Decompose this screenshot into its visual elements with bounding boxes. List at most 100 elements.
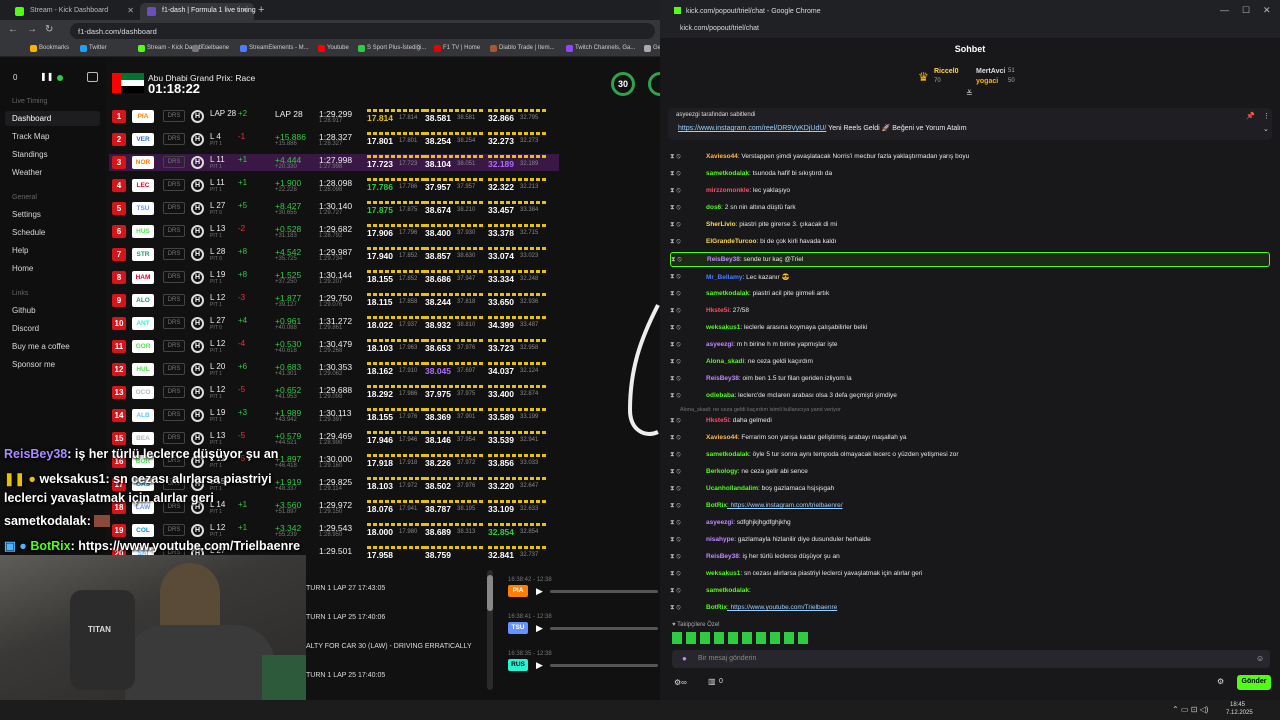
forward-icon[interactable]: → xyxy=(27,24,37,35)
chat-username[interactable]: ReisBey38 xyxy=(707,256,740,263)
tab-f1-dash[interactable]: f1-dash | Formula 1 live timing ✕ xyxy=(140,3,256,20)
reload-icon[interactable]: ↻ xyxy=(45,24,53,35)
sidebar-item-discord[interactable]: Discord xyxy=(12,324,39,333)
chat-username[interactable]: Xavieso44 xyxy=(706,434,738,441)
chat-message[interactable]: ⧗ ⦸ sametkodalak: öyle 5 tur sonra aynı t… xyxy=(670,448,1270,463)
popout-url[interactable]: kick.com/popout/triel/chat xyxy=(660,22,1280,38)
mod-actions-icon[interactable]: ⧗ ⦸ xyxy=(670,375,694,383)
sidebar-item-dashboard[interactable]: Dashboard xyxy=(5,111,100,126)
mod-actions-icon[interactable]: ⧗ ⦸ xyxy=(670,519,694,527)
chat-username[interactable]: weksakus1 xyxy=(706,324,740,331)
gear-icon[interactable]: ⚙ xyxy=(1217,677,1224,686)
sidebar-item-coffee[interactable]: Buy me a coffee xyxy=(12,342,70,351)
chat-message[interactable]: ⧗ ⦸ Hkste5i: daha gelmedi xyxy=(670,414,1270,429)
chat-username[interactable]: SherLivio xyxy=(706,221,736,228)
gifter-name[interactable]: yogaci xyxy=(976,78,998,85)
pause-icon[interactable]: ❚❚ xyxy=(40,72,53,81)
chat-message[interactable]: ⧗ ⦸ nisahype: gazlamayla hizlanilir diye … xyxy=(670,533,1270,548)
new-tab-icon[interactable]: + xyxy=(258,4,264,16)
mod-actions-icon[interactable]: ⧗ ⦸ xyxy=(670,358,694,366)
mod-actions-icon[interactable]: ⧗ ⦸ xyxy=(670,587,694,595)
mod-actions-icon[interactable]: ⧗ ⦸ xyxy=(670,502,694,510)
timing-row[interactable]: 19 COL DRS H L 12 PIT 1 +1 +3.342 +55.239 1:29.54… xyxy=(109,522,559,539)
chat-message[interactable]: ⧗ ⦸ Xavieso44: Verstappen şimdi yavaşlata… xyxy=(670,150,1270,165)
bookmark-item[interactable]: Trielbaene xyxy=(192,45,229,52)
mod-actions-icon[interactable]: ⧗ ⦸ xyxy=(670,221,694,229)
chat-message[interactable]: ⧗ ⦸ ReisBey38: oim ben 1.5 tur filan geri… xyxy=(670,372,1270,387)
chat-username[interactable]: dos6 xyxy=(706,204,721,211)
tray-icons[interactable]: ⌃ ▭ ⊡ ◁) xyxy=(1172,705,1208,714)
timing-row[interactable]: 12 HUL DRS H L 20 PIT 1 +6 +0.683 +41.301 1:30.35… xyxy=(109,361,559,378)
chat-username[interactable]: BotRix xyxy=(706,502,727,509)
gifter-name[interactable]: MertAvci xyxy=(976,68,1005,75)
timing-row[interactable]: 1 PIA DRS H LAP 28 +2 LAP 28 1:29.299 1:28.917 17… xyxy=(109,108,559,125)
radio-progress[interactable] xyxy=(550,627,658,630)
chat-message[interactable]: ⧗ ⦸ BotRix: https://www.youtube.com/Triel… xyxy=(670,601,1270,616)
url-field[interactable]: f1-dash.com/dashboard xyxy=(70,23,655,39)
sidebar-item-weather[interactable]: Weather xyxy=(12,168,42,177)
sidebar-item-home[interactable]: Home xyxy=(12,264,33,273)
radio-progress[interactable] xyxy=(550,664,658,667)
close-icon[interactable]: ✕ xyxy=(241,6,248,15)
sidebar-toggle-icon[interactable] xyxy=(87,72,98,82)
mod-actions-icon[interactable]: ⧗ ⦸ xyxy=(670,307,694,315)
chat-message[interactable]: ⧗ ⦸ Ucanhollandalim: boş gazlamaca hsjsjs… xyxy=(670,482,1270,497)
mod-actions-icon[interactable]: ⧗ ⦸ xyxy=(670,204,694,212)
chat-username[interactable]: ReisBey38 xyxy=(706,553,739,560)
timing-row[interactable]: 7 STR DRS H L 28 PIT 0 +8 +4.542 +35.725 1:29.987… xyxy=(109,246,559,263)
chat-message[interactable]: ⧗ ⦸ sametkodalak: xyxy=(670,584,1270,599)
mod-actions-icon[interactable]: ⧗ ⦸ xyxy=(670,570,694,578)
chat-message[interactable]: ⧗ ⦸ Hkste5i: 27/58 xyxy=(670,304,1270,319)
chevron-down-icon[interactable]: ⌄ xyxy=(1263,125,1269,133)
chat-message[interactable]: ⧗ ⦸ ReisBey38: sende tur kaç @Triel xyxy=(670,252,1270,267)
gifter-name[interactable]: Riccel0 xyxy=(934,68,959,75)
chat-message[interactable]: ⧗ ⦸ asyeezgi: m h birine h m birine yapmı… xyxy=(670,338,1270,353)
timing-row[interactable]: 14 ALB DRS H L 19 PIT 1 +3 +1.989 +43.942 1:30.11… xyxy=(109,407,559,424)
mod-actions-icon[interactable]: ⧗ ⦸ xyxy=(670,392,694,400)
chat-message[interactable]: ⧗ ⦸ Xavieso44: Ferrarim son yarışa kadar … xyxy=(670,431,1270,446)
timing-row[interactable]: 6 HUS DRS H L 13 PIT 1 -2 +0.528 +31.183 1:29.682… xyxy=(109,223,559,240)
send-button[interactable]: Gönder xyxy=(1237,675,1271,690)
bookmark-item[interactable]: Twitch Channels, Ga... xyxy=(566,45,635,52)
chat-username[interactable]: mirzzomonkle xyxy=(706,187,749,194)
mod-actions-icon[interactable]: ⧗ ⦸ xyxy=(670,468,694,476)
bookmark-item[interactable]: Youtube xyxy=(318,45,349,52)
mod-actions-icon[interactable]: ⧗ ⦸ xyxy=(670,187,694,195)
chat-message[interactable]: ⧗ ⦸ BotRix: https://www.instagram.com/tri… xyxy=(670,499,1270,514)
chat-message[interactable]: ⧗ ⦸ ElGrandeTurcoo: bi de çok kirli havad… xyxy=(670,235,1270,250)
chat-username[interactable]: sametkodalak xyxy=(706,451,749,458)
sidebar-item-help[interactable]: Help xyxy=(12,246,28,255)
mod-actions-icon[interactable]: ⧗ ⦸ xyxy=(670,553,694,561)
chat-message[interactable]: ⧗ ⦸ Berkology: ne ceza gelir abi sence xyxy=(670,465,1270,480)
play-icon[interactable]: ▶ xyxy=(536,623,543,634)
emote-bar[interactable] xyxy=(672,632,812,644)
bookmark-item[interactable]: Diablo Trade | Item... xyxy=(490,45,555,52)
play-icon[interactable]: ▶ xyxy=(536,586,543,597)
timing-row[interactable]: 11 GOR DRS H L 12 PIT 1 -4 +0.530 +40.618 1:30.47… xyxy=(109,338,559,355)
mod-actions-icon[interactable]: ⧗ ⦸ xyxy=(671,256,695,264)
timing-row[interactable]: 2 VER DRS H L 4 PIT 1 -1 +15.886 +15.886 1:28.327… xyxy=(109,131,559,148)
mod-actions-icon[interactable]: ⧗ ⦸ xyxy=(670,273,694,281)
minimize-icon[interactable]: — xyxy=(1220,5,1229,15)
sidebar-item-settings[interactable]: Settings xyxy=(12,210,41,219)
play-icon[interactable]: ▶ xyxy=(536,660,543,671)
bookmark-item[interactable]: Twitter xyxy=(80,45,107,52)
sidebar-item-github[interactable]: Github xyxy=(12,306,36,315)
mod-actions-icon[interactable]: ⧗ ⦸ xyxy=(670,238,694,246)
chat-username[interactable]: sametkodalak xyxy=(706,290,749,297)
chat-text[interactable]: : https://www.youtube.com/Trielbaenre xyxy=(727,604,837,611)
timing-row[interactable]: 4 LEC DRS H L 11 PIT 1 +1 +1.900 +22.228 1:28.098… xyxy=(109,177,559,194)
delay-value[interactable]: 0 xyxy=(13,73,17,82)
bookmark-item[interactable]: Ge xyxy=(644,45,660,52)
timing-row[interactable]: 13 OCO DRS H L 12 PIT 1 -5 +0.652 +41.953 1:29.68… xyxy=(109,384,559,401)
chat-username[interactable]: sametkodalak xyxy=(706,170,749,177)
mod-actions-icon[interactable]: ⧗ ⦸ xyxy=(670,451,694,459)
timing-row[interactable]: 9 ALO DRS H L 12 PIT 1 -3 +1.877 +39.127 1:29.750… xyxy=(109,292,559,309)
bookmark-item[interactable]: StreamElements - M... xyxy=(240,45,309,52)
chat-message[interactable]: ⧗ ⦸ weksakus1: leclerle arasına koymaya ç… xyxy=(670,321,1270,336)
chat-message[interactable]: ⧗ ⦸ asyeezgi: sdfghjkjhgdfghjkhg xyxy=(670,516,1270,531)
timing-row[interactable]: 3 NOR DRS H L 11 PIT 1 +1 +4.444 +20.330 1:27.998… xyxy=(109,154,559,171)
chat-username[interactable]: asyeezgi xyxy=(706,341,733,348)
emoji-icon[interactable]: ☺ xyxy=(1256,654,1264,663)
mod-actions-icon[interactable]: ⧗ ⦸ xyxy=(670,536,694,544)
